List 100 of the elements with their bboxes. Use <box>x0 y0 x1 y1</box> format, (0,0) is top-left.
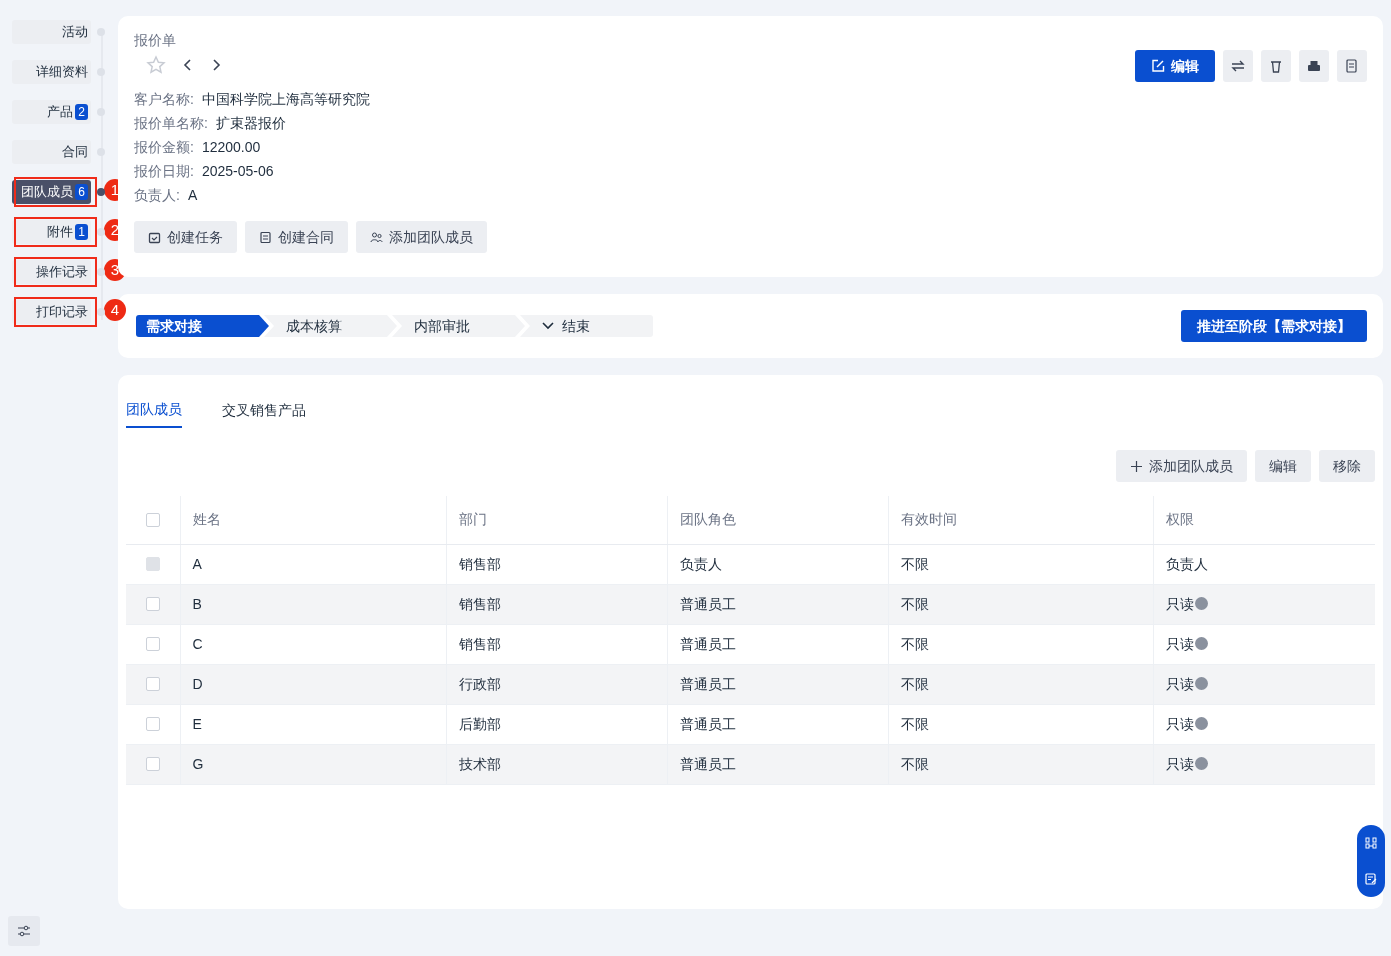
table-cell: 负责人 <box>1165 555 1208 572</box>
column-header: 有效时间 <box>900 511 957 528</box>
action-button[interactable]: 创建合同 <box>245 221 348 253</box>
action-button[interactable]: 添加团队成员 <box>356 221 487 253</box>
table-cell: C <box>192 635 203 652</box>
stage-step[interactable]: 结束 <box>520 315 653 337</box>
table-cell: 普通员工 <box>679 755 736 772</box>
org-chart-icon[interactable] <box>1365 837 1377 849</box>
table-cell: G <box>192 755 204 772</box>
count-badge: 2 <box>75 104 88 120</box>
table-cell: 普通员工 <box>679 715 736 732</box>
star-icon[interactable] <box>146 55 166 75</box>
note-icon[interactable] <box>1365 873 1377 885</box>
previous-icon[interactable] <box>182 58 194 72</box>
settings-button[interactable] <box>8 916 40 946</box>
tab[interactable]: 交叉销售产品 <box>222 393 306 428</box>
document-button[interactable] <box>1337 50 1367 82</box>
help-icon[interactable] <box>1194 756 1208 770</box>
callout-number: 4 <box>104 299 126 321</box>
action-button[interactable]: 创建任务 <box>134 221 237 253</box>
tab[interactable]: 团队成员 <box>126 393 182 428</box>
field-value: 扩束器报价 <box>215 114 286 133</box>
sidebar-item[interactable]: 合同 <box>12 140 91 164</box>
toolbar-button[interactable]: 添加团队成员 <box>1116 450 1247 482</box>
table-cell: 负责人 <box>679 555 722 572</box>
document-icon <box>1346 59 1358 73</box>
table-cell: 行政部 <box>458 675 501 692</box>
sliders-icon <box>17 925 31 937</box>
swap-icon <box>1231 60 1245 72</box>
sidebar-item[interactable]: 活动 <box>12 20 91 44</box>
field-label: 报价金额: <box>134 138 194 157</box>
calendar-icon <box>148 230 161 244</box>
next-icon[interactable] <box>210 58 222 72</box>
table-cell: D <box>192 675 203 692</box>
document-icon <box>259 230 272 244</box>
help-icon[interactable] <box>1194 716 1208 730</box>
field-value: 中国科学院上海高等研究院 <box>201 90 370 109</box>
field-value: A <box>187 186 198 205</box>
table-cell: 技术部 <box>458 755 501 772</box>
table-cell: A <box>192 555 202 572</box>
record-title: 报价单 <box>134 31 176 50</box>
count-badge: 1 <box>75 224 88 240</box>
stage-step[interactable]: 内部审批 <box>392 315 525 337</box>
printer-icon <box>1307 59 1321 73</box>
sidebar-item[interactable]: 团队成员 6 <box>12 180 91 204</box>
column-header: 部门 <box>458 511 487 528</box>
table-cell: 普通员工 <box>679 595 736 612</box>
table-cell: 只读 <box>1165 755 1194 772</box>
select-all-checkbox[interactable] <box>145 512 160 527</box>
field-label: 报价日期: <box>134 162 194 181</box>
transfer-button[interactable] <box>1223 50 1253 82</box>
row-checkbox[interactable] <box>145 717 160 731</box>
sidebar-item[interactable]: 附件 1 <box>12 220 91 244</box>
table-cell: 后勤部 <box>458 715 501 732</box>
chevron-down-icon <box>542 322 554 330</box>
field-value: 12200.00 <box>201 138 261 157</box>
sidebar-item[interactable]: 详细资料 <box>12 60 91 84</box>
toolbar-button[interactable]: 编辑 <box>1255 450 1311 482</box>
field-value: 2025-05-06 <box>201 162 274 181</box>
table-cell: 只读 <box>1165 635 1194 652</box>
table-cell: 销售部 <box>458 635 501 652</box>
advance-stage-button[interactable]: 推进至阶段【需求对接】 <box>1181 310 1367 342</box>
row-checkbox[interactable] <box>145 677 160 691</box>
field-label: 客户名称: <box>134 90 194 109</box>
table-cell: 销售部 <box>458 555 501 572</box>
field-label: 负责人: <box>134 186 180 205</box>
column-header: 姓名 <box>192 511 221 528</box>
table-cell: E <box>192 715 202 732</box>
row-checkbox[interactable] <box>145 637 160 651</box>
table-cell: 不限 <box>900 555 929 572</box>
table-cell: 不限 <box>900 675 929 692</box>
row-checkbox[interactable] <box>145 757 160 771</box>
field-label: 报价单名称: <box>134 114 208 133</box>
table-cell: 普通员工 <box>679 635 736 652</box>
table-cell: 只读 <box>1165 595 1194 612</box>
delete-button[interactable] <box>1261 50 1291 82</box>
print-button[interactable] <box>1299 50 1329 82</box>
help-icon[interactable] <box>1194 676 1208 690</box>
toolbar-button[interactable]: 移除 <box>1319 450 1375 482</box>
help-icon[interactable] <box>1194 636 1208 650</box>
trash-icon <box>1270 59 1282 73</box>
help-icon[interactable] <box>1194 596 1208 610</box>
plus-icon <box>1130 459 1143 473</box>
stage-step[interactable]: 成本核算 <box>264 315 397 337</box>
table-cell: 只读 <box>1165 675 1194 692</box>
table-cell: 不限 <box>900 755 929 772</box>
sidebar-item[interactable]: 产品 2 <box>12 100 91 124</box>
sidebar-item[interactable]: 打印记录 <box>12 300 91 324</box>
column-header: 权限 <box>1165 511 1194 528</box>
count-badge: 6 <box>75 184 88 200</box>
edit-button[interactable]: 编辑 <box>1135 50 1215 82</box>
people-icon <box>370 230 383 244</box>
table-cell: 普通员工 <box>679 675 736 692</box>
stage-step[interactable]: 需求对接 <box>136 315 269 337</box>
table-cell: 只读 <box>1165 715 1194 732</box>
sidebar-item[interactable]: 操作记录 <box>12 260 91 284</box>
table-cell: 销售部 <box>458 595 501 612</box>
row-checkbox[interactable] <box>145 597 160 611</box>
table-cell: 不限 <box>900 635 929 652</box>
table-cell: 不限 <box>900 715 929 732</box>
